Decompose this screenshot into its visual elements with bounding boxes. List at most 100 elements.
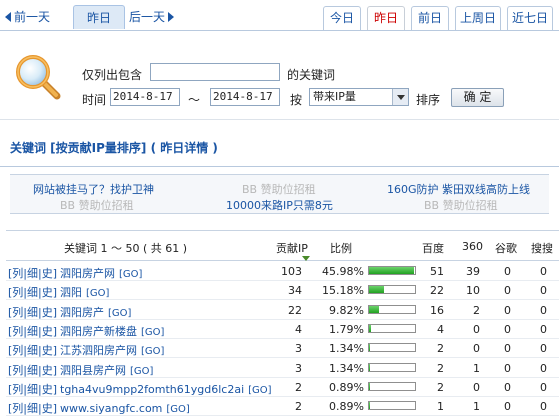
ratio-cell: 9.82%: [329, 303, 364, 317]
tab-1[interactable]: 昨日: [367, 6, 405, 30]
list-link[interactable]: [列: [8, 325, 23, 338]
nav-divider: [0, 30, 559, 31]
col-ip-header[interactable]: 贡献IP: [276, 240, 308, 256]
go-link[interactable]: [GO]: [86, 288, 109, 299]
ratio-bar: [368, 343, 416, 353]
history-link[interactable]: |史]: [38, 325, 57, 338]
history-link[interactable]: |史]: [38, 344, 57, 357]
sponsor-link[interactable]: 网站被挂马了？找护卫神: [33, 181, 154, 197]
detail-link[interactable]: |细: [23, 286, 38, 299]
detail-link[interactable]: |细: [23, 344, 38, 357]
col-keyword-header: 关键词 1 ～ 50 ( 共 61 ): [64, 242, 188, 255]
tab-3[interactable]: 上周日: [455, 6, 501, 30]
next-day-button[interactable]: 后一天: [129, 6, 195, 28]
go-link[interactable]: [GO]: [248, 385, 271, 396]
go-link[interactable]: [GO]: [141, 327, 164, 338]
detail-link[interactable]: |细: [23, 306, 38, 319]
ip-cell: 4: [295, 322, 302, 336]
date-from-field[interactable]: 2014-8-17: [110, 88, 180, 106]
next-day-label: 后一天: [129, 10, 166, 24]
go-link[interactable]: [GO]: [166, 404, 189, 415]
chevron-down-icon: [392, 89, 408, 105]
arrow-right-icon: [168, 11, 175, 22]
sponsor-placeholder[interactable]: BB 赞助位招租: [242, 181, 316, 197]
detail-link[interactable]: |细: [23, 402, 38, 415]
s360-cell: 2: [473, 303, 480, 317]
history-link[interactable]: |史]: [38, 306, 57, 319]
keyword-link[interactable]: 江苏泗阳房产网: [60, 344, 137, 357]
s360-cell: 0: [473, 342, 480, 356]
ratio-cell: 0.89%: [329, 400, 364, 414]
col-baidu-header[interactable]: 百度: [422, 240, 444, 256]
prev-day-button[interactable]: 前一天: [5, 6, 71, 28]
history-link[interactable]: |史]: [38, 267, 57, 280]
sort-field-select[interactable]: 带来IP量: [309, 88, 409, 106]
table-row: [列|细|史] 江苏泗阳房产网 [GO] 3 1.34% 2 0 0 0: [6, 339, 559, 359]
col-google-header[interactable]: 谷歌: [495, 240, 517, 256]
ratio-bar-fill: [369, 402, 370, 410]
current-day-tab[interactable]: 昨日: [73, 5, 125, 29]
ratio-bar-fill: [369, 344, 370, 352]
period-tabs: 今日 昨日 前日 上周日 近七日: [323, 6, 553, 30]
list-link[interactable]: [列: [8, 383, 23, 396]
keyword-link[interactable]: 泗阳房产网: [60, 267, 115, 280]
google-cell: 0: [504, 342, 511, 356]
list-link[interactable]: [列: [8, 364, 23, 377]
ratio-bar: [368, 362, 416, 372]
range-separator: ～: [188, 93, 201, 107]
sponsor-link[interactable]: 10000来路IP只需8元: [226, 197, 333, 213]
list-link[interactable]: [列: [8, 402, 23, 415]
sogou-cell: 0: [540, 380, 547, 394]
confirm-button[interactable]: 确 定: [451, 88, 504, 107]
keyword-suffix-label: 的关键词: [287, 68, 336, 82]
col-360-header[interactable]: 360: [462, 240, 483, 253]
history-link[interactable]: |史]: [38, 402, 57, 415]
go-link[interactable]: [GO]: [108, 308, 131, 319]
sort-desc-icon: [302, 256, 310, 261]
ratio-cell: 15.18%: [322, 284, 364, 298]
go-link[interactable]: [GO]: [130, 366, 153, 377]
go-link[interactable]: [GO]: [119, 269, 142, 280]
keyword-link[interactable]: 泗阳县房产网: [60, 364, 126, 377]
table-row: [列|细|史] 泗阳县房产网 [GO] 3 1.34% 2 1 0 0: [6, 359, 559, 378]
list-link[interactable]: [列: [8, 286, 23, 299]
col-ratio-header[interactable]: 比例: [330, 240, 352, 256]
ip-cell: 34: [288, 284, 302, 298]
ratio-cell: 1.34%: [329, 361, 364, 375]
history-link[interactable]: |史]: [38, 364, 57, 377]
keyword-input[interactable]: [150, 63, 280, 81]
top-navigation: 前一天 昨日 后一天 今日 昨日 前日 上周日 近七日: [0, 0, 559, 36]
table-row: [列|细|史] 泗阳房产网 [GO] 103 45.98% 51 39 0 0: [6, 262, 559, 281]
keyword-link[interactable]: tgha4vu9mpp2fomth61ygd6lc2ai: [60, 383, 244, 396]
ip-cell: 3: [295, 361, 302, 375]
ratio-cell: 1.34%: [329, 342, 364, 356]
baidu-cell: 4: [437, 322, 444, 336]
ratio-bar-fill: [369, 267, 414, 274]
history-link[interactable]: |史]: [38, 286, 57, 299]
table-row: [列|细|史] 泗阳房产 [GO] 22 9.82% 16 2 0 0: [6, 301, 559, 320]
keyword-link[interactable]: www.siyangfc.com: [60, 402, 162, 415]
tab-0[interactable]: 今日: [323, 6, 361, 30]
history-link[interactable]: |史]: [38, 383, 57, 396]
keyword-link[interactable]: 泗阳房产: [60, 306, 104, 319]
detail-link[interactable]: |细: [23, 383, 38, 396]
list-link[interactable]: [列: [8, 306, 23, 319]
tab-2[interactable]: 前日: [411, 6, 449, 30]
list-link[interactable]: [列: [8, 344, 23, 357]
col-sogou-header[interactable]: 搜搜: [531, 240, 553, 256]
keyword-link[interactable]: 泗阳房产新楼盘: [60, 325, 137, 338]
sponsor-link[interactable]: 160G防护 紫田双线高防上线: [387, 181, 530, 197]
list-link[interactable]: [列: [8, 267, 23, 280]
sponsor-placeholder[interactable]: BB 赞助位招租: [424, 197, 498, 213]
detail-link[interactable]: |细: [23, 267, 38, 280]
baidu-cell: 2: [437, 342, 444, 356]
keyword-cell: [列|细|史] 江苏泗阳房产网 [GO]: [8, 342, 164, 358]
ratio-bar-fill: [369, 324, 371, 332]
tab-4[interactable]: 近七日: [507, 6, 553, 30]
keyword-link[interactable]: 泗阳: [60, 286, 82, 299]
sponsor-placeholder[interactable]: BB 赞助位招租: [60, 197, 134, 213]
detail-link[interactable]: |细: [23, 364, 38, 377]
date-to-field[interactable]: 2014-8-17: [210, 88, 280, 106]
go-link[interactable]: [GO]: [141, 346, 164, 357]
detail-link[interactable]: |细: [23, 325, 38, 338]
